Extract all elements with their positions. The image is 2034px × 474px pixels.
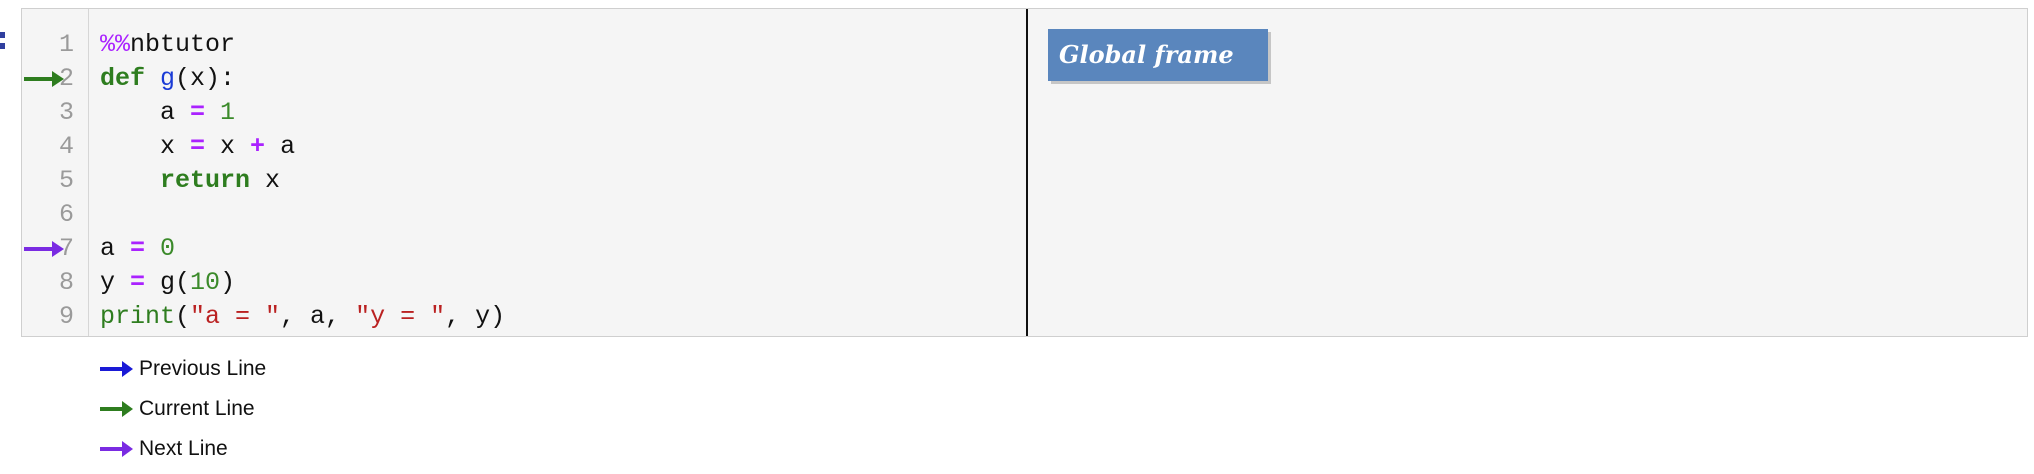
code-token: = bbox=[130, 268, 146, 297]
code-line: 3 a = 1 bbox=[22, 96, 1022, 130]
code-token: a bbox=[100, 98, 191, 127]
line-number: 8 bbox=[58, 268, 74, 297]
code-text: x = x + a bbox=[100, 130, 295, 164]
line-number: 3 bbox=[58, 98, 74, 127]
legend-label: Current Line bbox=[139, 397, 255, 420]
next-arrow-icon bbox=[100, 441, 134, 457]
code-text: a = 0 bbox=[100, 232, 175, 266]
cell-prompt-marker bbox=[0, 43, 5, 49]
cell-prompt-marker bbox=[0, 32, 5, 38]
line-number: 1 bbox=[58, 30, 74, 59]
code-token: , a, bbox=[280, 302, 356, 331]
current-line-arrow-icon bbox=[24, 71, 64, 87]
code-token: = bbox=[130, 234, 146, 263]
code-token: 10 bbox=[190, 268, 221, 297]
code-token: x bbox=[250, 166, 281, 195]
code-token: = bbox=[190, 132, 206, 161]
code-token: ( bbox=[175, 302, 191, 331]
code-token: "a = " bbox=[190, 302, 281, 331]
global-frame-header: Global frame bbox=[1048, 29, 1268, 81]
code-token: (x): bbox=[175, 64, 236, 93]
code-token: return bbox=[160, 166, 251, 195]
global-frame-label: Global frame bbox=[1059, 40, 1234, 69]
code-line: 8y = g(10) bbox=[22, 266, 1022, 300]
code-token: g bbox=[160, 64, 176, 93]
nbtutor-visualization: 1 %%nbtutor 2 def g(x): 3 a = 14 x = x + a5 … bbox=[21, 8, 2028, 337]
code-line: 7a = 0 bbox=[22, 232, 1022, 266]
code-token: + bbox=[250, 132, 266, 161]
code-line: 2 def g(x): bbox=[22, 62, 1022, 96]
code-token: def bbox=[100, 64, 146, 93]
code-token: ) bbox=[220, 268, 236, 297]
code-text: y = g(10) bbox=[100, 266, 235, 300]
code-token: g( bbox=[145, 268, 191, 297]
line-number: 5 bbox=[58, 166, 74, 195]
code-token: x bbox=[205, 132, 251, 161]
code-pane: 1 %%nbtutor 2 def g(x): 3 a = 14 x = x + a5 … bbox=[22, 9, 1026, 336]
code-line: 5 return x bbox=[22, 164, 1022, 198]
next-line-arrow-icon bbox=[24, 241, 64, 257]
code-text: def g(x): bbox=[100, 62, 235, 96]
code-token: 0 bbox=[160, 234, 176, 263]
code-token: nbtutor bbox=[130, 30, 236, 59]
legend-label: Previous Line bbox=[139, 357, 267, 380]
code-token: = bbox=[190, 98, 206, 127]
code-text: print("a = ", a, "y = ", y) bbox=[100, 300, 505, 334]
code-text: %%nbtutor bbox=[100, 28, 235, 62]
code-token: 1 bbox=[220, 98, 236, 127]
code-text: a = 1 bbox=[100, 96, 235, 130]
legend-label: Next Line bbox=[139, 437, 228, 460]
line-number: 9 bbox=[58, 302, 74, 331]
code-line: 6 bbox=[22, 198, 1022, 232]
code-token: x bbox=[100, 132, 191, 161]
frames-pane: Global frame bbox=[1028, 9, 2027, 336]
line-number: 4 bbox=[58, 132, 74, 161]
code-line: 9 print("a = ", a, "y = ", y) bbox=[22, 300, 1022, 334]
code-token: , y) bbox=[445, 302, 506, 331]
code-line: 1 %%nbtutor bbox=[22, 28, 1022, 62]
code-token: print bbox=[100, 302, 176, 331]
previous-arrow-icon bbox=[100, 361, 134, 377]
code-token: a bbox=[100, 234, 131, 263]
code-token: %% bbox=[100, 30, 131, 59]
code-token: a bbox=[265, 132, 296, 161]
code-token: "y = " bbox=[355, 302, 446, 331]
line-number: 6 bbox=[58, 200, 74, 229]
code-token: y bbox=[100, 268, 131, 297]
current-arrow-icon bbox=[100, 401, 134, 417]
code-line: 4 x = x + a bbox=[22, 130, 1022, 164]
code-text: return x bbox=[100, 164, 280, 198]
